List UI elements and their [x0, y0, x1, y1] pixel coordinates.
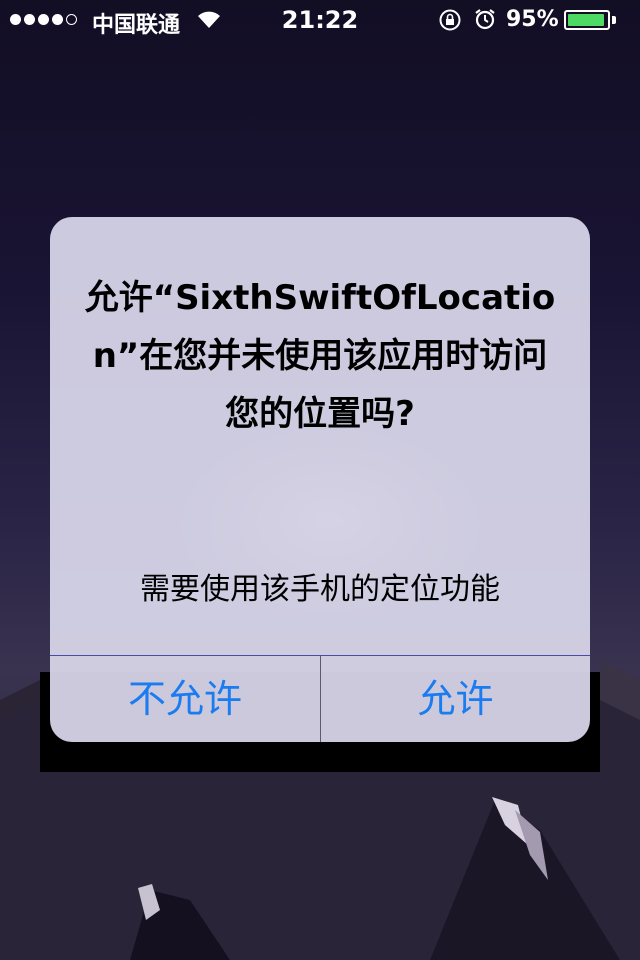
battery-fill	[568, 14, 605, 26]
deny-button[interactable]: 不允许	[50, 656, 320, 742]
alarm-icon	[475, 9, 495, 30]
allow-button[interactable]: 允许	[321, 656, 590, 742]
rotation-lock-icon	[439, 9, 461, 31]
battery-percent: 95%	[506, 7, 559, 32]
alert-message: 需要使用该手机的定位功能	[140, 572, 500, 607]
status-bar: 中国联通 21:22 95%	[0, 0, 640, 40]
location-permission-alert: 允许“SixthSwiftOfLocation”在您并未使用该应用时访问您的位置…	[50, 217, 590, 742]
battery-cap	[612, 16, 616, 24]
alert-title: 允许“SixthSwiftOfLocation”在您并未使用该应用时访问您的位置…	[84, 278, 556, 434]
alert-body: 允许“SixthSwiftOfLocation”在您并未使用该应用时访问您的位置…	[50, 217, 590, 655]
battery-icon	[564, 10, 610, 30]
